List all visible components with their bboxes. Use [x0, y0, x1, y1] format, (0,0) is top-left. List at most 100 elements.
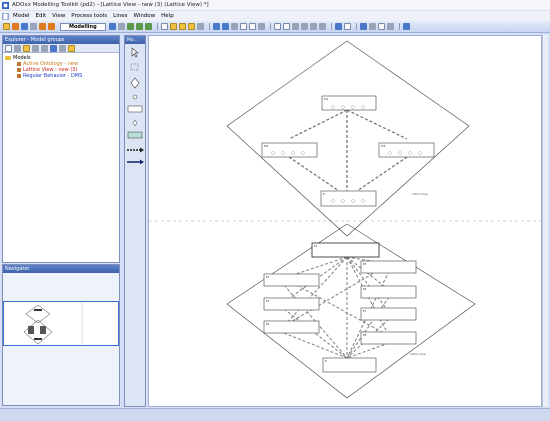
- settings-icon[interactable]: [117, 23, 125, 30]
- open-model-icon[interactable]: [23, 44, 30, 52]
- navigate-icon[interactable]: [21, 23, 28, 30]
- tool-icon[interactable]: [30, 23, 37, 30]
- connect-icon[interactable]: [334, 23, 342, 30]
- run-icon[interactable]: [144, 23, 152, 30]
- app-icon: [2, 1, 9, 9]
- node-label: E3: [266, 299, 270, 303]
- navigator-panel: Navigator: [2, 264, 120, 406]
- undo-icon[interactable]: [212, 23, 220, 30]
- lattice-node-right[interactable]: Ei3: [378, 142, 435, 158]
- filter-icon[interactable]: [59, 44, 66, 52]
- solid-relation-icon[interactable]: [127, 159, 144, 165]
- arrow-icon[interactable]: [359, 23, 367, 30]
- save-all-icon[interactable]: [187, 23, 195, 30]
- modelling-canvas[interactable]: Ei1 Ei2 Ei3 E Lattice View E1 E2 E3 E4 E…: [148, 35, 543, 407]
- filled-box-icon[interactable]: [127, 131, 143, 139]
- vertical-scrollbar[interactable]: [542, 35, 548, 407]
- lattice-node-right-4[interactable]: E8: [360, 331, 417, 345]
- diamond-shape-icon[interactable]: [130, 77, 140, 89]
- lattice-node-left-3[interactable]: E4: [263, 320, 320, 334]
- dashed-relation-icon[interactable]: [127, 147, 144, 153]
- mode-selector[interactable]: Modelling: [60, 22, 106, 31]
- zoom-in-icon[interactable]: [291, 23, 299, 30]
- node-label: Ei1: [324, 97, 329, 101]
- delete-model-icon[interactable]: [41, 44, 48, 52]
- node-label: E8: [363, 333, 367, 337]
- menu-bar: Model Edit View Process tools Lines Wind…: [0, 11, 550, 21]
- layout-icon[interactable]: [282, 23, 290, 30]
- small-circle-icon[interactable]: [132, 94, 138, 100]
- cut-icon[interactable]: [230, 23, 238, 30]
- lattice-node-left-2[interactable]: E3: [263, 297, 320, 311]
- zoom-out-icon[interactable]: [300, 23, 308, 30]
- page-icon[interactable]: [273, 23, 281, 30]
- sort-icon[interactable]: [50, 44, 57, 52]
- select-icon[interactable]: [343, 23, 351, 30]
- lattice-node-left-1[interactable]: E2: [263, 273, 320, 287]
- palette-items: [127, 47, 144, 165]
- properties-icon[interactable]: [14, 44, 21, 52]
- new-folder-icon[interactable]: [5, 44, 12, 52]
- grid-toggle-icon[interactable]: [402, 23, 410, 30]
- lattice-node-top[interactable]: E1: [311, 242, 380, 258]
- node-label: Ei3: [381, 144, 386, 148]
- toolbar-separator: [398, 23, 400, 30]
- find-icon[interactable]: [318, 23, 326, 30]
- import-icon[interactable]: [39, 23, 46, 30]
- lattice-node-left[interactable]: Ei2: [261, 142, 318, 158]
- copy-icon[interactable]: [239, 23, 247, 30]
- diagram-caption: Lattice View: [410, 352, 427, 356]
- menu-model[interactable]: Model: [13, 13, 30, 19]
- spacing-icon[interactable]: [386, 23, 394, 30]
- lattice-node-top[interactable]: Ei1: [321, 95, 377, 111]
- model-tree: Models Active Ontology - new Lattice Vie…: [3, 53, 119, 81]
- node-label: E: [323, 192, 325, 196]
- node-label: Ei2: [264, 144, 269, 148]
- navigator-viewport[interactable]: [3, 301, 119, 347]
- grid-icon[interactable]: [108, 23, 116, 30]
- menu-help[interactable]: Help: [161, 13, 174, 19]
- node-label: E2: [266, 275, 270, 279]
- help-icon[interactable]: [68, 44, 75, 52]
- open-icon[interactable]: [3, 23, 10, 30]
- model-icon: [17, 62, 21, 66]
- small-diamond-icon[interactable]: [132, 119, 138, 127]
- node-box-icon[interactable]: [127, 105, 143, 113]
- explorer-toolbar: [3, 44, 119, 53]
- check-icon[interactable]: [135, 23, 143, 30]
- document-icon[interactable]: [2, 12, 9, 20]
- paste-icon[interactable]: [248, 23, 256, 30]
- title-bar: ADOxx Modelling Toolkit (pd2) - [Lattice…: [0, 0, 550, 10]
- bottom-lattice-diagram[interactable]: E1 E2 E3 E4 E5 E6 E7 E8 E Lattice View: [226, 223, 476, 399]
- lattice-node-right-1[interactable]: E5: [360, 260, 417, 274]
- new-icon[interactable]: [160, 23, 168, 30]
- lattice-node-right-3[interactable]: E7: [360, 307, 417, 321]
- redo-icon[interactable]: [221, 23, 229, 30]
- box-icon[interactable]: [377, 23, 385, 30]
- align-icon[interactable]: [368, 23, 376, 30]
- top-lattice-diagram[interactable]: Ei1 Ei2 Ei3 E Lattice View: [226, 40, 470, 237]
- navigator-header: Navigator: [3, 265, 119, 273]
- lattice-node-right-2[interactable]: E6: [360, 285, 417, 299]
- export-icon[interactable]: [48, 23, 55, 30]
- folder-icon[interactable]: [169, 23, 177, 30]
- save-icon[interactable]: [178, 23, 186, 30]
- print-icon[interactable]: [196, 23, 204, 30]
- model-icon[interactable]: [12, 23, 19, 30]
- menu-window[interactable]: Window: [133, 13, 155, 19]
- menu-view[interactable]: View: [52, 13, 65, 19]
- pointer-tool-icon[interactable]: [131, 47, 139, 58]
- menu-lines[interactable]: Lines: [113, 13, 127, 19]
- lattice-drawing: Ei1 Ei2 Ei3 E Lattice View E1 E2 E3 E4 E…: [149, 40, 543, 399]
- lattice-node-bottom[interactable]: E: [322, 357, 377, 373]
- menu-process-tools[interactable]: Process tools: [71, 13, 107, 19]
- menu-edit[interactable]: Edit: [36, 13, 47, 19]
- delete-icon[interactable]: [257, 23, 265, 30]
- lattice-node-bottom[interactable]: E: [320, 190, 377, 207]
- app-window: ADOxx Modelling Toolkit (pd2) - [Lattice…: [0, 0, 550, 421]
- rename-icon[interactable]: [32, 44, 39, 52]
- zoom-fit-icon[interactable]: [309, 23, 317, 30]
- select-area-icon[interactable]: [130, 63, 139, 71]
- tree-item-regular-behavior[interactable]: Regular Behavior - DMS: [5, 73, 117, 79]
- refresh-icon[interactable]: [126, 23, 134, 30]
